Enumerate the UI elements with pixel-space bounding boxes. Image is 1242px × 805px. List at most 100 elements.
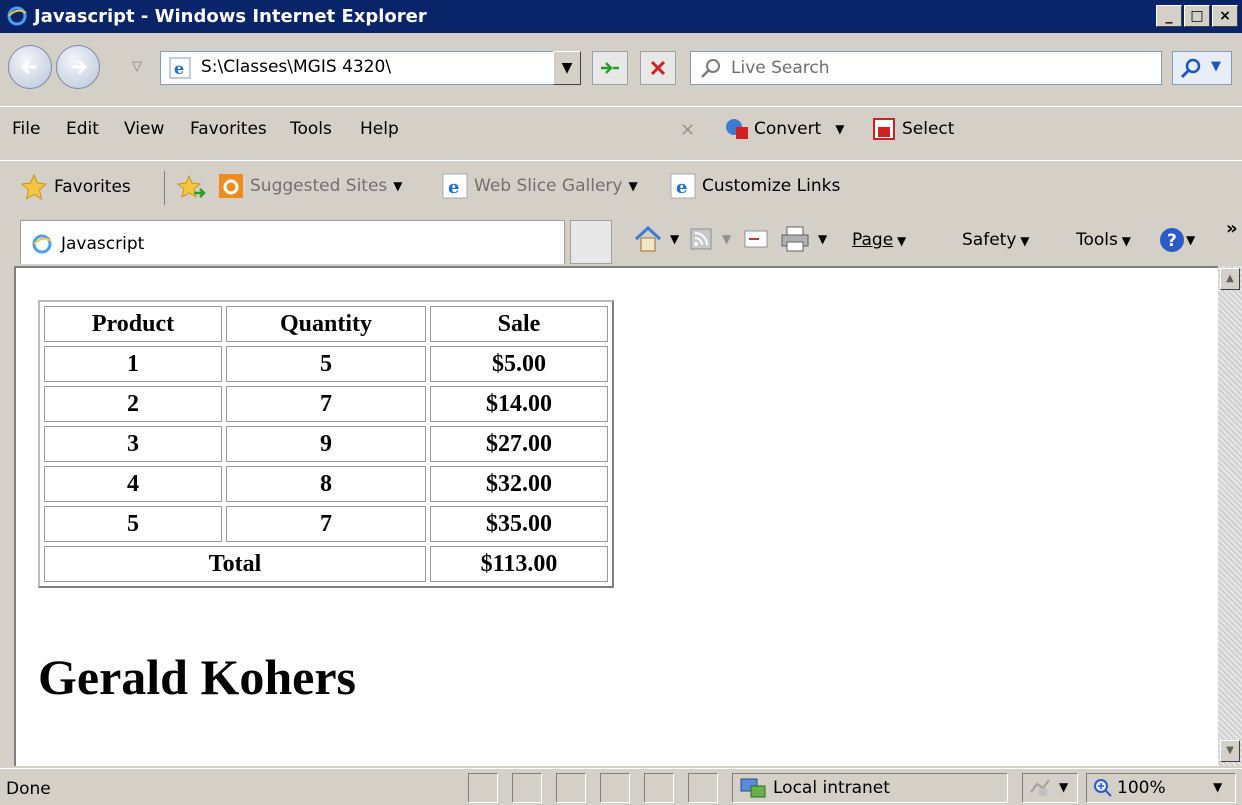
suggested-sites-label: Suggested Sites xyxy=(250,176,388,196)
cell-sale: $35.00 xyxy=(430,506,608,542)
cell-quantity: 8 xyxy=(226,466,426,502)
ie-tab-icon xyxy=(32,234,52,254)
zoom-level: 100% xyxy=(1117,778,1166,798)
print-icon[interactable] xyxy=(780,226,810,252)
address-dropdown-icon[interactable]: ▼ xyxy=(553,51,581,85)
page-dropdown-icon: ▼ xyxy=(893,234,907,248)
header-sale: Sale xyxy=(430,306,608,342)
customize-links-label: Customize Links xyxy=(702,176,841,196)
search-placeholder: Live Search xyxy=(731,58,830,78)
help-icon: ? xyxy=(1160,228,1184,252)
address-toolbar: ▽ e S:\Classes\MGIS 4320\ ▼ Live Search … xyxy=(0,33,1242,105)
close-toolbar-icon[interactable]: × xyxy=(680,119,695,140)
suggested-sites-dropdown-icon[interactable]: ▼ xyxy=(393,179,402,193)
status-cell xyxy=(556,773,586,803)
search-icon xyxy=(701,59,720,78)
chevron-more-icon[interactable]: » xyxy=(1226,218,1238,239)
recent-pages-icon[interactable]: ▽ xyxy=(132,59,142,74)
menu-edit[interactable]: Edit xyxy=(66,119,99,139)
vertical-scrollbar[interactable]: ▲ ▼ xyxy=(1218,266,1242,766)
search-options-icon[interactable]: ▼ xyxy=(1211,59,1221,74)
feeds-dropdown-icon[interactable]: ▼ xyxy=(722,232,731,246)
home-icon[interactable] xyxy=(632,224,664,254)
svg-text:e: e xyxy=(448,177,459,198)
cell-quantity: 9 xyxy=(226,426,426,462)
close-icon: × xyxy=(1219,8,1231,24)
menu-help[interactable]: Help xyxy=(360,119,399,139)
maximize-icon: □ xyxy=(1190,8,1204,24)
new-tab-button[interactable] xyxy=(570,220,612,264)
protected-mode-icon xyxy=(1030,779,1050,796)
scroll-up-button[interactable]: ▲ xyxy=(1220,268,1240,290)
cell-sale: $5.00 xyxy=(430,346,608,382)
tab-title: Javascript xyxy=(61,234,145,254)
status-bar: Done Local intranet ▼ 100% ▼ xyxy=(0,768,1242,805)
home-dropdown-icon[interactable]: ▼ xyxy=(670,232,679,246)
favorites-star-icon xyxy=(20,173,48,201)
address-field[interactable]: e S:\Classes\MGIS 4320\ ▼ xyxy=(160,51,581,85)
select-label: Select xyxy=(902,119,955,139)
scroll-down-icon: ▼ xyxy=(1226,745,1234,756)
title-bar[interactable]: Javascript - Windows Internet Explorer _… xyxy=(0,0,1242,33)
search-input[interactable]: Live Search xyxy=(690,51,1162,85)
protected-mode-button[interactable]: ▼ xyxy=(1022,773,1078,803)
back-button[interactable] xyxy=(8,45,52,89)
search-go-icon xyxy=(1180,58,1201,79)
convert-button[interactable]: Convert ▼ xyxy=(724,117,844,141)
web-slice-gallery-button[interactable]: e Web Slice Gallery ▼ xyxy=(442,173,638,199)
convert-dropdown-icon[interactable]: ▼ xyxy=(835,122,844,136)
tools-menu[interactable]: Tools ▼ xyxy=(1076,230,1131,250)
status-cell xyxy=(512,773,542,803)
print-dropdown-icon[interactable]: ▼ xyxy=(818,232,827,246)
favorites-button[interactable]: Favorites xyxy=(20,173,131,201)
tools-dropdown-icon: ▼ xyxy=(1117,234,1131,248)
table-row: 4 8 $32.00 xyxy=(44,466,608,502)
customize-links-button[interactable]: e Customize Links xyxy=(670,173,840,199)
refresh-button[interactable] xyxy=(592,51,628,85)
add-to-favorites-icon[interactable] xyxy=(176,173,206,203)
total-label: Total xyxy=(44,546,426,582)
help-button[interactable]: ? ▼ xyxy=(1158,226,1195,254)
feeds-icon[interactable] xyxy=(690,228,712,250)
cell-product: 2 xyxy=(44,386,222,422)
menu-file[interactable]: File xyxy=(12,119,40,139)
security-zone[interactable]: Local intranet xyxy=(732,773,1008,803)
zoom-icon xyxy=(1094,779,1112,797)
stop-button[interactable] xyxy=(640,51,676,85)
table-header-row: Product Quantity Sale xyxy=(44,306,608,342)
tools-menu-label: Tools xyxy=(1076,230,1118,250)
minimize-button[interactable]: _ xyxy=(1156,5,1182,27)
total-value: $113.00 xyxy=(430,546,608,582)
address-text[interactable]: S:\Classes\MGIS 4320\ xyxy=(201,57,391,77)
menu-favorites[interactable]: Favorites xyxy=(190,119,267,139)
select-button[interactable]: Select xyxy=(872,117,954,141)
search-button[interactable]: ▼ xyxy=(1172,51,1232,85)
status-text: Done xyxy=(6,779,51,799)
bing-icon xyxy=(219,174,243,198)
header-quantity: Quantity xyxy=(226,306,426,342)
cell-quantity: 5 xyxy=(226,346,426,382)
forward-button[interactable] xyxy=(56,45,100,89)
scroll-down-button[interactable]: ▼ xyxy=(1220,740,1240,762)
sales-table: Product Quantity Sale 1 5 $5.00 2 7 $14.… xyxy=(38,300,614,588)
svg-text:?: ? xyxy=(1167,231,1177,251)
zoom-control[interactable]: 100% ▼ xyxy=(1086,773,1236,803)
convert-label: Convert xyxy=(754,119,822,139)
forward-arrow-icon xyxy=(72,59,88,75)
page-menu[interactable]: Page ▼ xyxy=(852,230,906,250)
menu-view[interactable]: View xyxy=(124,119,164,139)
cell-quantity: 7 xyxy=(226,506,426,542)
safety-menu-label: Safety xyxy=(962,230,1017,250)
maximize-button[interactable]: □ xyxy=(1184,5,1210,27)
close-button[interactable]: × xyxy=(1212,5,1238,27)
read-mail-icon[interactable] xyxy=(744,230,768,248)
safety-menu[interactable]: Safety ▼ xyxy=(962,230,1029,250)
web-slice-dropdown-icon[interactable]: ▼ xyxy=(628,179,637,193)
refresh-icon xyxy=(601,62,619,74)
table-row: 3 9 $27.00 xyxy=(44,426,608,462)
ie-page-icon: e xyxy=(169,57,191,79)
cell-product: 4 xyxy=(44,466,222,502)
tab-javascript[interactable]: Javascript xyxy=(20,220,565,264)
menu-tools[interactable]: Tools xyxy=(290,119,332,139)
suggested-sites-button[interactable]: Suggested Sites ▼ xyxy=(218,173,403,199)
